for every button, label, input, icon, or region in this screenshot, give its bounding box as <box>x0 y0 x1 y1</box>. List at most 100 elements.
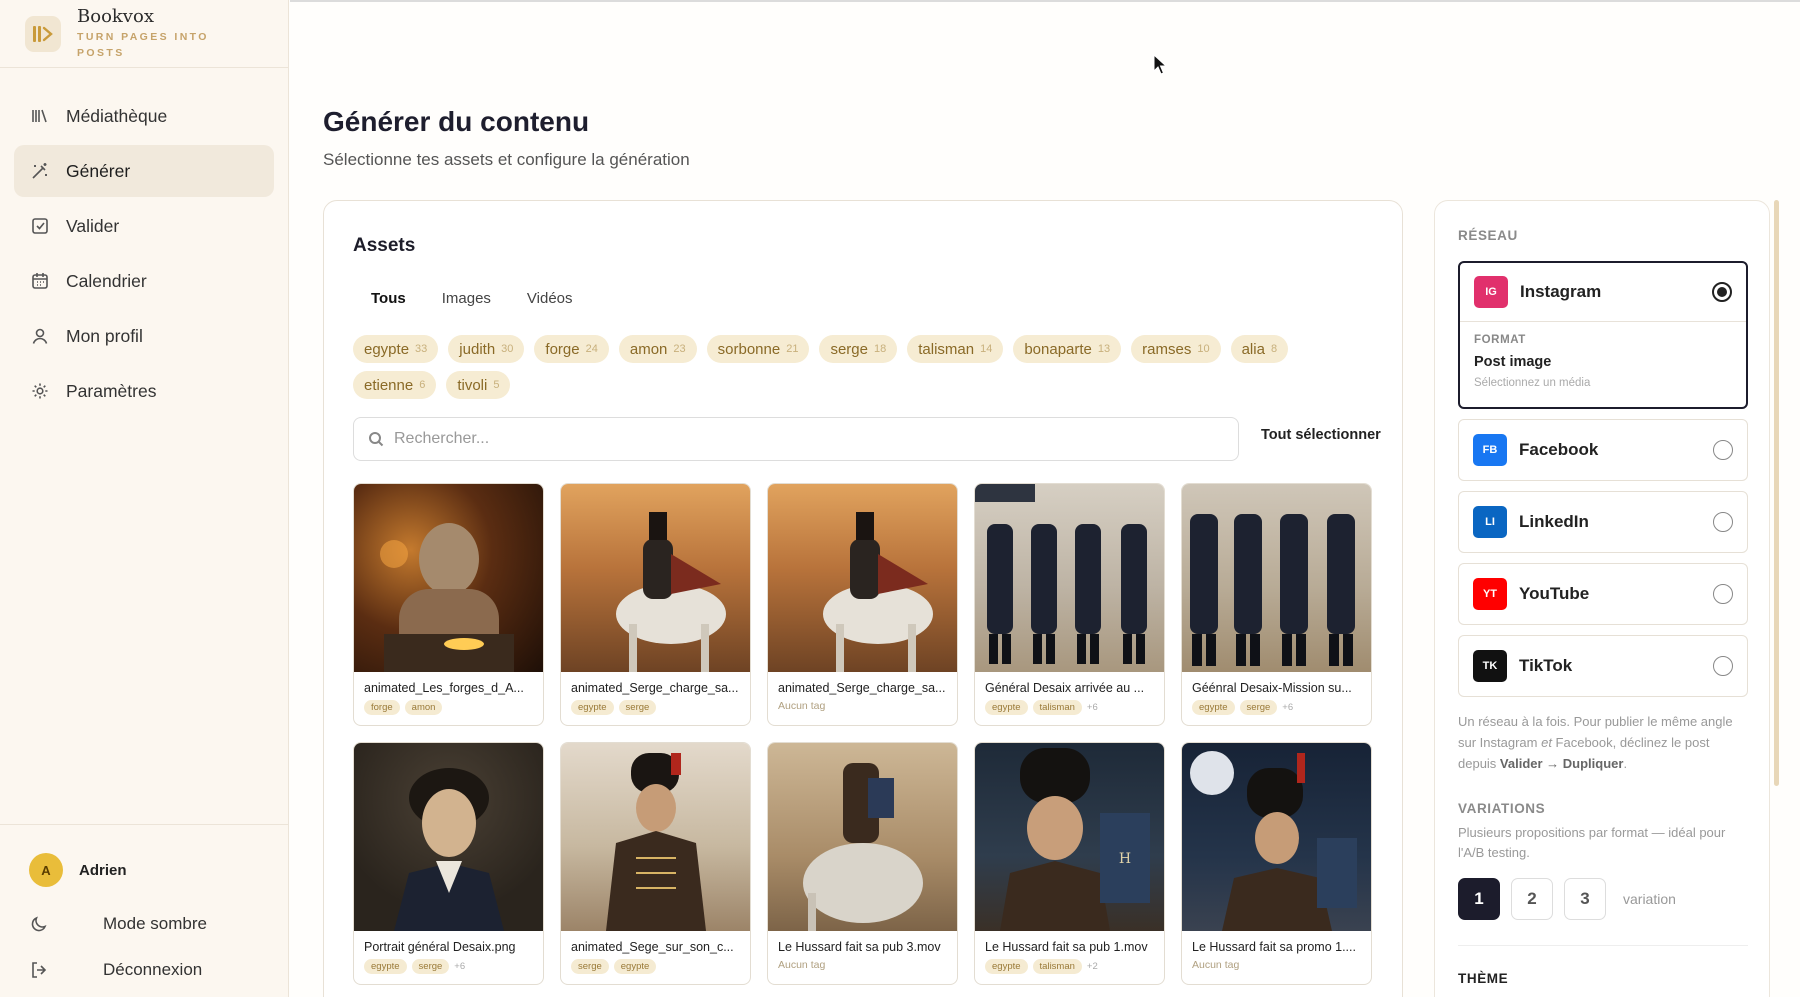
tag-chip[interactable]: ramses 10 <box>1131 335 1221 363</box>
main-content: Générer du contenu Sélectionne tes asset… <box>290 0 1800 997</box>
sidebar-item-mon-profil[interactable]: Mon profil <box>14 310 274 362</box>
asset-grid: animated_Les_forges_d_A... forge amon an… <box>353 483 1372 985</box>
dark-mode-toggle[interactable]: Mode sombre <box>0 901 289 947</box>
asset-name: Le Hussard fait sa promo 1.... <box>1192 940 1356 954</box>
tag-chip-count: 14 <box>980 343 993 355</box>
asset-tag: egypte <box>364 959 407 974</box>
tag-chip[interactable]: bonaparte 13 <box>1013 335 1122 363</box>
tag-chip[interactable]: serge 18 <box>819 335 898 363</box>
asset-name: animated_Serge_charge_sa... <box>571 681 739 695</box>
asset-tile[interactable]: Le Hussard fait sa promo 1.... Aucun tag <box>1181 742 1372 985</box>
linkedin-icon: LI <box>1473 506 1507 538</box>
tag-chip[interactable]: etienne 6 <box>353 371 437 399</box>
tag-chip[interactable]: judith 30 <box>448 335 525 363</box>
sidebar-item-label: Générer <box>66 160 131 181</box>
sidebar-nav: Médiathèque Générer Valider Calendrier M… <box>0 68 288 442</box>
sidebar-item-generer[interactable]: Générer <box>14 145 274 197</box>
tag-chip-count: 6 <box>419 379 426 391</box>
select-all-button[interactable]: Tout sélectionner <box>1261 427 1381 443</box>
tag-chip[interactable]: alia 8 <box>1230 335 1289 363</box>
asset-name: Géénral Desaix-Mission su... <box>1192 681 1352 695</box>
search-field <box>353 417 1239 461</box>
network-option-instagram[interactable]: IG Instagram FORMAT Post image Sélection… <box>1458 261 1748 409</box>
asset-tags: egypte talisman +6 <box>975 695 1164 715</box>
asset-thumbnail <box>354 484 543 672</box>
sidebar-item-parametres[interactable]: Paramètres <box>14 365 274 417</box>
tag-chip-count: 18 <box>873 343 887 355</box>
tag-chip[interactable]: tivoli 5 <box>446 371 511 399</box>
sidebar-item-label: Mon profil <box>66 325 143 346</box>
tag-chip[interactable]: talisman 14 <box>907 335 1004 363</box>
asset-tags: Aucun tag <box>768 695 957 712</box>
radio-button[interactable] <box>1713 584 1733 604</box>
asset-tags: egypte talisman +2 <box>975 954 1164 974</box>
radio-button[interactable] <box>1712 282 1732 302</box>
asset-tile[interactable]: Portrait général Desaix.png egypte serge… <box>353 742 544 985</box>
asset-tags: egypte serge <box>561 695 750 715</box>
sidebar-item-valider[interactable]: Valider <box>14 200 274 252</box>
tab-tous[interactable]: Tous <box>353 279 424 317</box>
asset-thumbnail <box>561 484 750 672</box>
variation-option-1[interactable]: 1 <box>1458 878 1500 920</box>
radio-button[interactable] <box>1713 656 1733 676</box>
asset-tag: talisman <box>1032 700 1082 715</box>
radio-button[interactable] <box>1713 440 1733 460</box>
asset-tile[interactable]: Géénral Desaix-Mission su... egypte serg… <box>1181 483 1372 726</box>
asset-name: Le Hussard fait sa pub 1.mov <box>985 940 1148 954</box>
network-option-facebook[interactable]: FB Facebook <box>1458 419 1748 481</box>
brand-tagline: TURN PAGES INTO POSTS <box>77 31 209 59</box>
tag-chip[interactable]: sorbonne 21 <box>706 335 810 363</box>
radio-button[interactable] <box>1713 512 1733 532</box>
logout-label: Déconnexion <box>103 960 203 979</box>
asset-tile[interactable]: Le Hussard fait sa pub 3.mov Aucun tag <box>767 742 958 985</box>
asset-thumbnail <box>1182 484 1371 672</box>
network-name: Instagram <box>1520 282 1602 301</box>
format-value: Post image <box>1474 354 1552 370</box>
variation-option-3[interactable]: 3 <box>1564 878 1606 920</box>
youtube-icon: YT <box>1473 578 1507 610</box>
page-title: Générer du contenu <box>323 106 590 137</box>
network-option-youtube[interactable]: YT YouTube <box>1458 563 1748 625</box>
tag-chip-count: 5 <box>493 379 500 391</box>
asset-more-tags: +6 <box>1282 702 1294 713</box>
asset-tile[interactable]: animated_Serge_charge_sa... Aucun tag <box>767 483 958 726</box>
tab-images[interactable]: Images <box>424 279 509 317</box>
asset-tag: egypte <box>1192 700 1235 715</box>
asset-tile[interactable]: Général Desaix arrivée au ... egypte tal… <box>974 483 1165 726</box>
tag-chip-label: sorbonne <box>717 340 781 358</box>
asset-tile[interactable]: animated_Serge_charge_sa... egypte serge <box>560 483 751 726</box>
asset-thumbnail: H <box>975 743 1164 931</box>
brand[interactable]: Bookvox TURN PAGES INTO POSTS <box>0 0 288 68</box>
logout-button[interactable]: Déconnexion <box>0 947 289 993</box>
generation-settings-panel: RÉSEAU IG Instagram FORMAT Post image Sé… <box>1434 200 1770 997</box>
asset-thumbnail <box>768 484 957 672</box>
variation-option-2[interactable]: 2 <box>1511 878 1553 920</box>
tab-videos[interactable]: Vidéos <box>509 279 591 317</box>
asset-tags: forge amon <box>354 695 543 715</box>
network-option-linkedin[interactable]: LI LinkedIn <box>1458 491 1748 553</box>
asset-tag: talisman <box>1032 959 1082 974</box>
sidebar-item-label: Paramètres <box>66 380 157 401</box>
theme-label: THÈME <box>1458 971 1509 986</box>
help-text-emphasis: et <box>1541 735 1552 750</box>
sidebar-item-calendrier[interactable]: Calendrier <box>14 255 274 307</box>
search-input[interactable] <box>394 430 1214 448</box>
tag-chip[interactable]: amon 23 <box>618 335 697 363</box>
tag-chip[interactable]: forge 24 <box>534 335 609 363</box>
tag-chip[interactable]: egypte 33 <box>353 335 439 363</box>
asset-tag: forge <box>364 700 400 715</box>
asset-more-tags: +6 <box>454 961 466 972</box>
asset-tile[interactable]: animated_Les_forges_d_A... forge amon <box>353 483 544 726</box>
network-option-tiktok[interactable]: TK TikTok <box>1458 635 1748 697</box>
assets-title: Assets <box>353 235 416 256</box>
format-label: FORMAT <box>1474 334 1526 346</box>
user-menu[interactable]: A Adrien <box>0 825 289 887</box>
asset-tile[interactable]: H Le Hussard fait sa pub 1.mov egypte ta… <box>974 742 1165 985</box>
panel-scrollbar[interactable] <box>1774 200 1779 786</box>
asset-more-tags: +2 <box>1086 961 1098 972</box>
dark-mode-label: Mode sombre <box>103 914 207 933</box>
variation-unit: variation <box>1623 891 1676 907</box>
sidebar-item-mediatheque[interactable]: Médiathèque <box>14 90 274 142</box>
network-name: Facebook <box>1519 440 1599 459</box>
asset-tile[interactable]: animated_Sege_sur_son_c... serge egypte <box>560 742 751 985</box>
